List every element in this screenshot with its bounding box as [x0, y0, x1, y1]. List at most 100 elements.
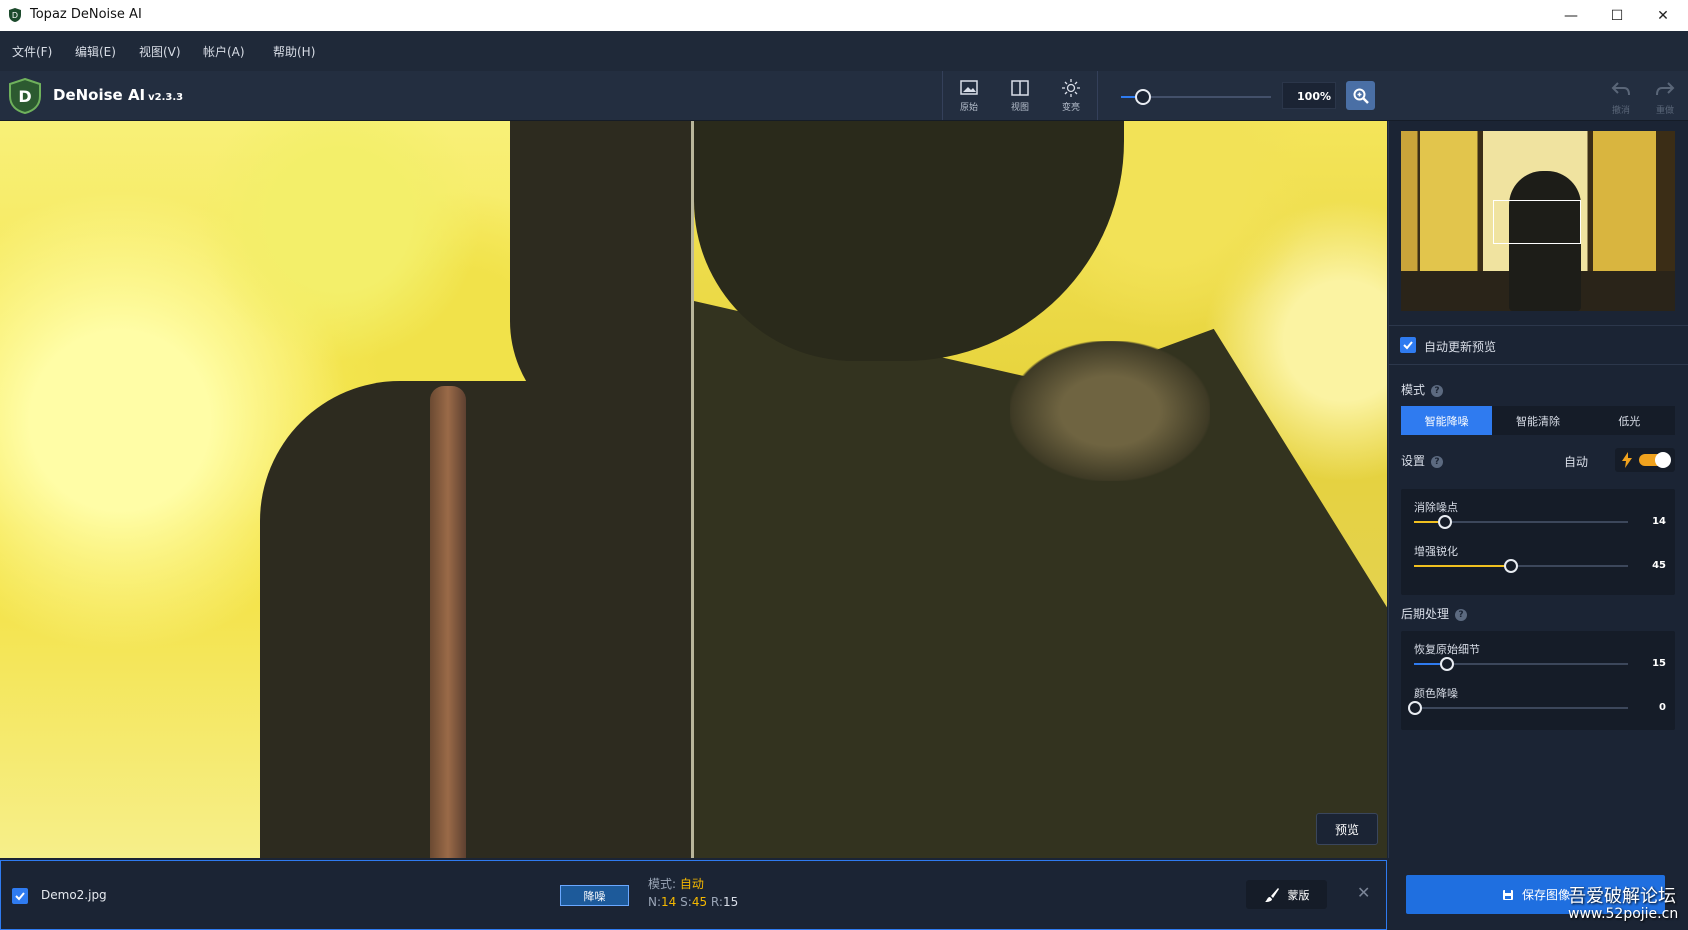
menu-edit[interactable]: 编辑(E): [75, 43, 116, 60]
undo-icon: [1611, 82, 1630, 96]
n-value: 14: [661, 895, 677, 909]
original-view-button[interactable]: 原始: [947, 78, 991, 113]
zoom-button[interactable]: [1346, 81, 1375, 110]
mode-ai-clear[interactable]: 智能降噪: [1401, 406, 1493, 435]
minimize-button[interactable]: —: [1548, 0, 1594, 31]
sharpen-label: 增强锐化: [1414, 545, 1458, 558]
sun-icon: [1062, 79, 1080, 97]
view-tools: 原始 视图 变亮: [942, 71, 1098, 120]
param-summary: N:14 S:45 R:15: [648, 895, 738, 909]
remove-noise-value: 14: [1652, 516, 1666, 527]
color-noise-handle[interactable]: [1408, 701, 1422, 715]
image-canvas[interactable]: 预览: [0, 121, 1387, 858]
auto-toggle[interactable]: [1615, 448, 1675, 472]
toggle-knob: [1655, 452, 1671, 468]
help-icon[interactable]: ?: [1431, 384, 1444, 397]
help-icon[interactable]: ?: [1431, 455, 1444, 468]
file-name: Demo2.jpg: [41, 888, 107, 902]
title-bar: D Topaz DeNoise AI — ☐ ✕: [0, 0, 1688, 32]
recover-detail-label: 恢复原始细节: [1414, 643, 1480, 656]
n-label: N:: [648, 895, 662, 909]
sharpen-value: 45: [1652, 560, 1666, 571]
s-label: S:: [680, 895, 692, 909]
settings-sliders-card: 消除噪点 14 增强锐化 45: [1401, 489, 1675, 595]
color-noise-slider[interactable]: [1414, 707, 1628, 709]
hair-detail: [1010, 341, 1210, 481]
remove-noise-handle[interactable]: [1438, 515, 1452, 529]
sharpen-handle[interactable]: [1504, 559, 1518, 573]
color-noise-label: 颜色降噪: [1414, 687, 1458, 700]
checkmark-icon: [15, 892, 25, 901]
app-toolbar: D DeNoise AI v2.3.3 原始 视图 变亮: [0, 71, 1688, 121]
brightness-label: 变亮: [1061, 103, 1080, 113]
maximize-button[interactable]: ☐: [1594, 0, 1640, 31]
brightness-button[interactable]: 变亮: [1049, 78, 1093, 113]
denoise-tag[interactable]: 降噪: [560, 885, 629, 906]
menu-account[interactable]: 帐户(A): [203, 43, 245, 60]
menu-bar: 文件(F) 编辑(E) 视图(V) 帐户(A) 帮助(H): [0, 31, 1688, 72]
r-value: 15: [722, 895, 739, 909]
settings-title: 设置?: [1401, 452, 1444, 469]
menu-help[interactable]: 帮助(H): [273, 43, 315, 60]
post-sliders-card: 恢复原始细节 15 颜色降噪 0: [1401, 631, 1675, 730]
save-image-label: 保存图像: [1522, 888, 1571, 902]
split-view-button[interactable]: 视图: [998, 78, 1042, 113]
divider: [1389, 325, 1688, 326]
mode-smart-clear[interactable]: 智能清除: [1492, 406, 1583, 435]
navigator-selection-box[interactable]: [1493, 200, 1581, 244]
lightning-icon: [1622, 452, 1632, 468]
denoise-logo-icon: D: [9, 78, 41, 114]
mask-label: 蒙版: [1287, 888, 1310, 902]
mask-button[interactable]: 蒙版: [1246, 880, 1327, 909]
app-shield-icon: D: [9, 8, 21, 22]
mode-selector: 智能降噪 智能清除 低光: [1401, 406, 1675, 435]
mode-low-light[interactable]: 低光: [1584, 406, 1675, 435]
divider: [1389, 364, 1688, 365]
help-icon[interactable]: ?: [1455, 608, 1468, 621]
mode-title: 模式?: [1401, 381, 1444, 398]
post-processing-title: 后期处理?: [1401, 605, 1468, 622]
app-name-text: DeNoise AI: [53, 86, 146, 104]
recover-detail-handle[interactable]: [1440, 657, 1454, 671]
watermark-url: www.52pojie.cn: [1568, 906, 1679, 922]
settings-panel: 自动更新预览 模式? 智能降噪 智能清除 低光 设置? 自动 消除噪点 14 增…: [1388, 121, 1688, 858]
zoom-level-field[interactable]: 100%: [1282, 82, 1336, 109]
color-noise-value: 0: [1659, 702, 1666, 713]
remove-file-button[interactable]: ✕: [1357, 883, 1370, 902]
app-name: DeNoise AI v2.3.3: [53, 86, 183, 104]
svg-text:D: D: [18, 87, 31, 106]
undo-label: 撤消: [1611, 106, 1630, 116]
zoom-slider-handle[interactable]: [1135, 89, 1151, 105]
mode-info-value: 自动: [679, 877, 704, 891]
redo-button[interactable]: 重做: [1650, 80, 1680, 116]
mode-info: 模式: 自动: [648, 875, 704, 892]
redo-icon: [1656, 82, 1675, 96]
bag-strap: [430, 386, 466, 858]
mode-info-label: 模式:: [648, 877, 677, 891]
file-bar: Demo2.jpg 降噪 模式: 自动 N:14 S:45 R:15 蒙版 ✕: [0, 860, 1387, 930]
figure-shadow-left: [260, 381, 692, 858]
window-title: Topaz DeNoise AI: [30, 7, 142, 22]
split-divider[interactable]: [691, 121, 694, 858]
redo-label: 重做: [1655, 106, 1674, 116]
file-checkbox[interactable]: [12, 888, 28, 904]
navigator-thumbnail[interactable]: [1401, 131, 1675, 311]
svg-text:D: D: [12, 11, 18, 20]
post-title-text: 后期处理: [1401, 607, 1450, 621]
auto-update-label: 自动更新预览: [1424, 340, 1497, 354]
close-window-button[interactable]: ✕: [1640, 0, 1686, 31]
watermark-title: 吾爱破解论坛: [1568, 886, 1676, 907]
undo-button[interactable]: 撤消: [1606, 80, 1636, 116]
split-view-icon: [1011, 80, 1029, 96]
mode-title-text: 模式: [1401, 383, 1426, 397]
auto-label: 自动: [1564, 455, 1589, 469]
checkmark-icon: [1403, 341, 1413, 350]
original-view-label: 原始: [959, 103, 978, 113]
auto-update-checkbox[interactable]: [1400, 337, 1416, 353]
sharpen-fill: [1414, 565, 1510, 567]
menu-file[interactable]: 文件(F): [12, 43, 52, 60]
preview-button[interactable]: 预览: [1316, 813, 1378, 845]
recover-detail-value: 15: [1652, 658, 1666, 669]
menu-view[interactable]: 视图(V): [139, 43, 181, 60]
save-disk-icon: [1503, 889, 1513, 900]
